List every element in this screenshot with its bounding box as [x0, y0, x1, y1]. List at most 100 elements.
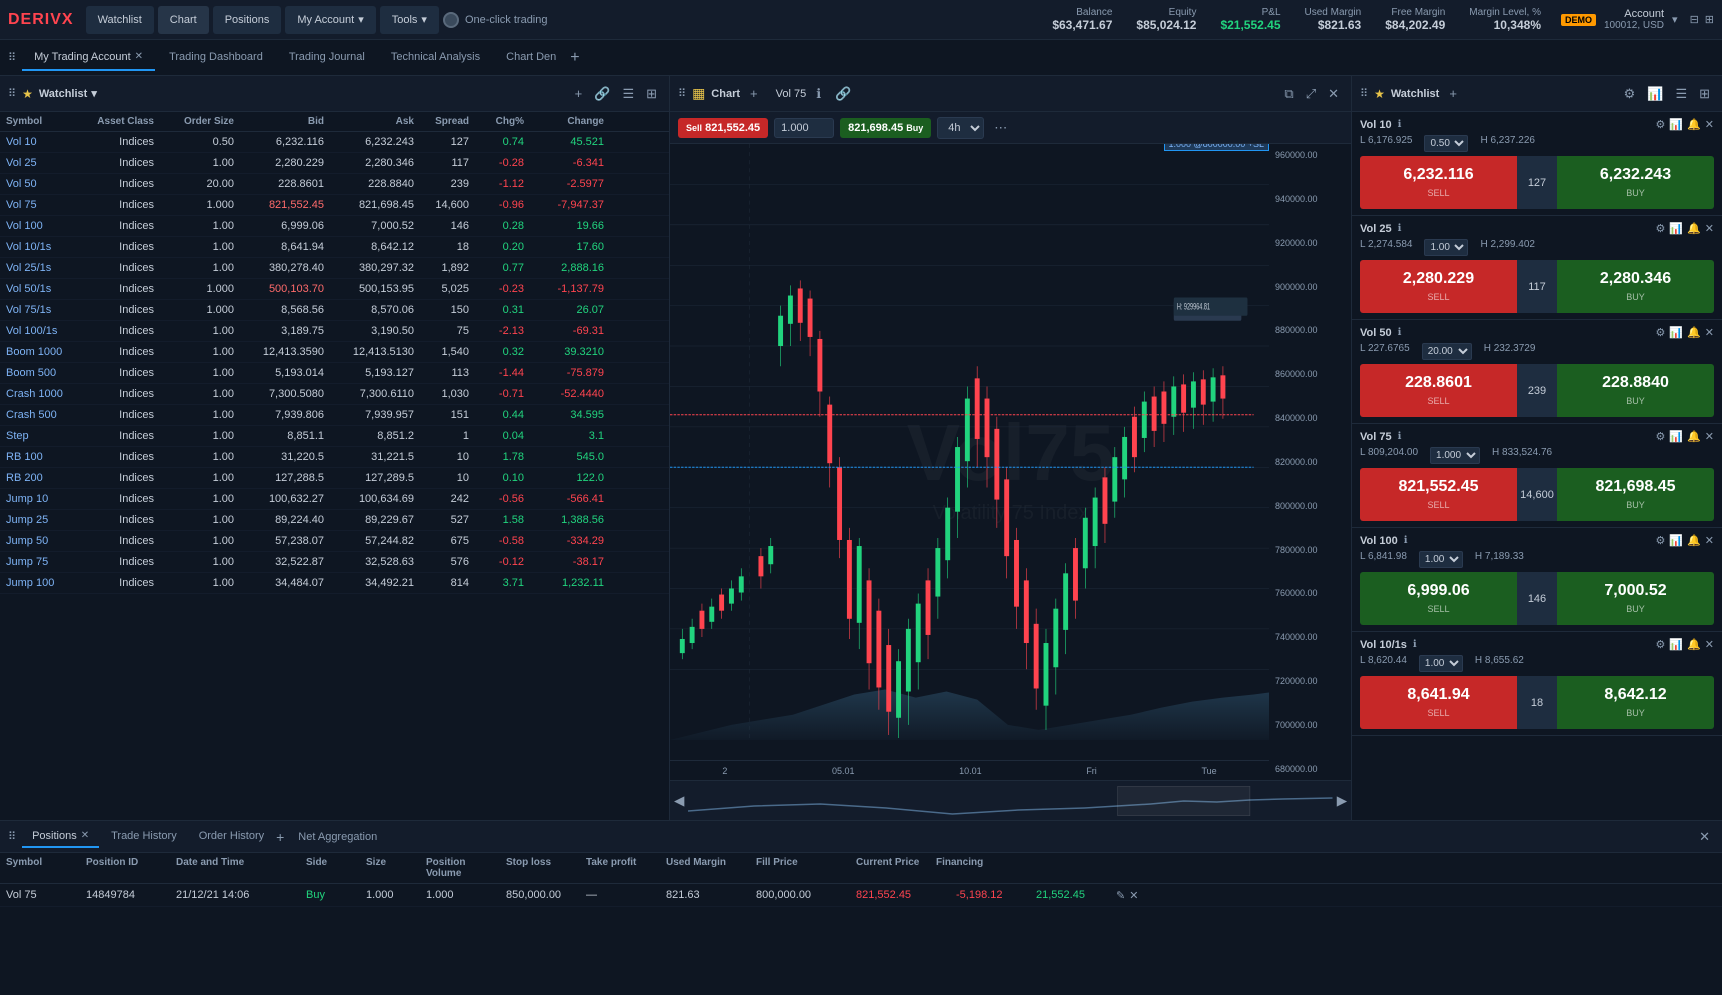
tab-trading-journal[interactable]: Trading Journal [277, 45, 377, 71]
table-row[interactable]: Vol 10 Indices 0.50 6,232.116 6,232.243 … [0, 132, 669, 153]
symbol-cell[interactable]: Vol 10 [0, 132, 90, 152]
symbol-cell[interactable]: Jump 75 [0, 552, 90, 572]
symbol-cell[interactable]: Jump 50 [0, 531, 90, 551]
table-row[interactable]: Vol 10/1s Indices 1.00 8,641.94 8,642.12… [0, 237, 669, 258]
instrument-chart-icon[interactable]: 📊 [1669, 118, 1683, 131]
timeframe-select[interactable]: 4h 1h 1d [937, 117, 984, 139]
positions-tab-close[interactable]: ✕ [81, 830, 89, 841]
instrument-alert-icon[interactable]: 🔔 [1687, 326, 1701, 339]
right-settings-icon[interactable]: ⚙ [1620, 84, 1640, 104]
chart-expand-btn[interactable]: ⤢ [1302, 84, 1320, 104]
grid-view-btn[interactable]: ⊞ [642, 84, 661, 104]
symbol-cell[interactable]: Vol 75/1s [0, 300, 90, 320]
table-row[interactable]: Vol 25 Indices 1.00 2,280.229 2,280.346 … [0, 153, 669, 174]
tab-technical-analysis[interactable]: Technical Analysis [379, 45, 492, 71]
add-panel-tab-btn[interactable]: + [276, 829, 284, 845]
sell-price-btn[interactable]: 6,232.116 SELL [1360, 156, 1517, 209]
tab-close-my-trading[interactable]: ✕ [135, 51, 143, 62]
sell-price-btn[interactable]: 821,552.45 SELL [1360, 468, 1517, 521]
lot-size-select[interactable]: 1.000 [1430, 447, 1480, 464]
bottom-close-btn[interactable]: ✕ [1695, 827, 1714, 847]
buy-price-btn[interactable]: 228.8840 BUY [1557, 364, 1714, 417]
table-row[interactable]: Step Indices 1.00 8,851.1 8,851.2 1 0.04… [0, 426, 669, 447]
instrument-alert-icon[interactable]: 🔔 [1687, 638, 1701, 651]
order-history-tab[interactable]: Order History [189, 826, 274, 848]
buy-price-btn[interactable]: 8,642.12 BUY [1557, 676, 1714, 729]
maximize-icon[interactable]: ⊞ [1705, 13, 1714, 26]
table-row[interactable]: Crash 500 Indices 1.00 7,939.806 7,939.9… [0, 405, 669, 426]
instrument-alert-icon[interactable]: 🔔 [1687, 534, 1701, 547]
chart-nav-btn[interactable]: Chart [158, 6, 209, 34]
lot-size-input[interactable] [774, 118, 834, 138]
my-account-btn[interactable]: My Account ▾ [285, 6, 375, 34]
instrument-settings-icon[interactable]: ⚙ [1656, 326, 1666, 339]
symbol-cell[interactable]: Vol 50 [0, 174, 90, 194]
sell-price-btn[interactable]: 6,999.06 SELL [1360, 572, 1517, 625]
sell-price-btn[interactable]: 8,641.94 SELL [1360, 676, 1517, 729]
buy-price-btn[interactable]: 6,232.243 BUY [1557, 156, 1714, 209]
table-row[interactable]: Vol 100 Indices 1.00 6,999.06 7,000.52 1… [0, 216, 669, 237]
tab-my-trading-account[interactable]: My Trading Account ✕ [22, 45, 155, 71]
right-add-btn[interactable]: + [1445, 84, 1461, 103]
instrument-alert-icon[interactable]: 🔔 [1687, 222, 1701, 235]
chart-restore-btn[interactable]: ⧉ [1280, 84, 1297, 104]
table-row[interactable]: Jump 100 Indices 1.00 34,484.07 34,492.2… [0, 573, 669, 594]
table-row[interactable]: RB 200 Indices 1.00 127,288.5 127,289.5 … [0, 468, 669, 489]
table-row[interactable]: Vol 25/1s Indices 1.00 380,278.40 380,29… [0, 258, 669, 279]
symbol-cell[interactable]: Jump 25 [0, 510, 90, 530]
add-tab-btn[interactable]: + [570, 49, 579, 67]
table-row[interactable]: Jump 75 Indices 1.00 32,522.87 32,528.63… [0, 552, 669, 573]
symbol-cell[interactable]: Jump 100 [0, 573, 90, 593]
symbol-cell[interactable]: Vol 100 [0, 216, 90, 236]
instrument-close-icon[interactable]: ✕ [1705, 534, 1714, 547]
positions-tab[interactable]: Positions ✕ [22, 826, 99, 848]
instrument-close-icon[interactable]: ✕ [1705, 118, 1714, 131]
chart-scroll-right[interactable]: ▶ [1333, 793, 1351, 809]
symbol-cell[interactable]: Crash 1000 [0, 384, 90, 404]
symbol-cell[interactable]: Vol 50/1s [0, 279, 90, 299]
right-grid-icon[interactable]: ⊞ [1695, 84, 1714, 104]
chart-scroll-left[interactable]: ◀ [670, 793, 688, 809]
pos-close-btn[interactable]: ✕ [1129, 889, 1138, 902]
instrument-alert-icon[interactable]: 🔔 [1687, 118, 1701, 131]
instrument-chart-icon[interactable]: 📊 [1669, 326, 1683, 339]
table-row[interactable]: Vol 50/1s Indices 1.000 500,103.70 500,1… [0, 279, 669, 300]
table-row[interactable]: Boom 500 Indices 1.00 5,193.014 5,193.12… [0, 363, 669, 384]
watchlist-nav-btn[interactable]: Watchlist [86, 6, 154, 34]
chart-buy-btn[interactable]: 821,698.45 Buy [840, 118, 931, 138]
instrument-info-icon[interactable]: ℹ [1404, 535, 1408, 546]
instrument-info-icon[interactable]: ℹ [1413, 639, 1417, 650]
lot-size-select[interactable]: 0.50 [1424, 135, 1468, 152]
table-row[interactable]: Jump 25 Indices 1.00 89,224.40 89,229.67… [0, 510, 669, 531]
table-row[interactable]: Vol 100/1s Indices 1.00 3,189.75 3,190.5… [0, 321, 669, 342]
tab-chart-den[interactable]: Chart Den [494, 45, 568, 71]
symbol-cell[interactable]: Vol 25 [0, 153, 90, 173]
symbol-cell[interactable]: Vol 100/1s [0, 321, 90, 341]
chart-info-btn[interactable]: ℹ [812, 84, 825, 104]
right-list-icon[interactable]: ☰ [1671, 84, 1691, 104]
symbol-cell[interactable]: Boom 500 [0, 363, 90, 383]
chart-sell-btn[interactable]: Sell 821,552.45 [678, 118, 768, 138]
instrument-settings-icon[interactable]: ⚙ [1656, 222, 1666, 235]
positions-nav-btn[interactable]: Positions [213, 6, 282, 34]
chart-close-btn[interactable]: ✕ [1324, 84, 1343, 104]
symbol-cell[interactable]: Crash 500 [0, 405, 90, 425]
instrument-info-icon[interactable]: ℹ [1398, 119, 1402, 130]
instrument-settings-icon[interactable]: ⚙ [1656, 118, 1666, 131]
table-row[interactable]: Jump 10 Indices 1.00 100,632.27 100,634.… [0, 489, 669, 510]
lot-size-select[interactable]: 1.00 [1424, 239, 1468, 256]
tab-trading-dashboard[interactable]: Trading Dashboard [157, 45, 275, 71]
link-icon-btn[interactable]: 🔗 [590, 84, 614, 104]
instrument-info-icon[interactable]: ℹ [1398, 327, 1402, 338]
table-row[interactable]: Boom 1000 Indices 1.00 12,413.3590 12,41… [0, 342, 669, 363]
buy-price-btn[interactable]: 2,280.346 BUY [1557, 260, 1714, 313]
list-view-btn[interactable]: ☰ [618, 84, 638, 104]
minimize-icon[interactable]: ⊟ [1690, 13, 1699, 26]
instrument-info-icon[interactable]: ℹ [1398, 223, 1402, 234]
chart-more-btn[interactable]: ⋯ [990, 118, 1011, 138]
table-row[interactable]: Vol 75 14849784 21/12/21 14:06 Buy 1.000… [0, 884, 1722, 907]
table-row[interactable]: Crash 1000 Indices 1.00 7,300.5080 7,300… [0, 384, 669, 405]
watchlist-dropdown-btn[interactable]: ▾ [91, 87, 97, 100]
chart-link-btn[interactable]: 🔗 [831, 84, 855, 104]
symbol-cell[interactable]: RB 200 [0, 468, 90, 488]
